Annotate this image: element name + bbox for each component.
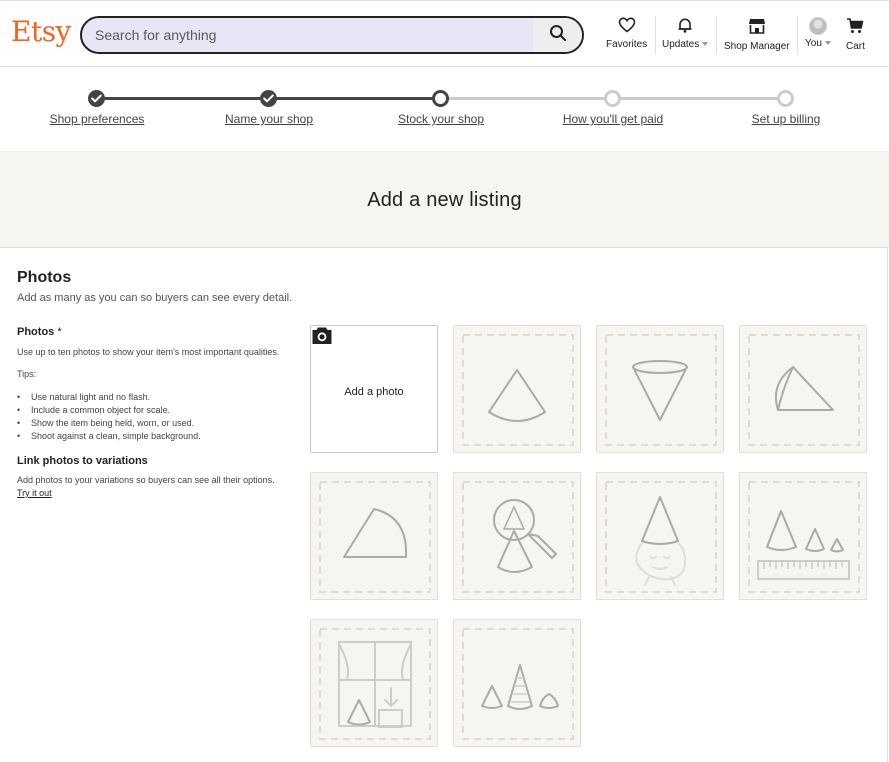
section-subtitle: Add as many as you can so buyers can see…: [17, 292, 293, 304]
nav-divider: [655, 16, 656, 54]
updates-label: Updates: [662, 39, 700, 50]
checkmark-icon: [263, 90, 274, 108]
updates-button[interactable]: Updates: [662, 17, 709, 50]
step-how-youll-get-paid[interactable]: How you'll get paid: [563, 112, 663, 126]
add-photo-button[interactable]: Add a photo: [310, 325, 438, 453]
avatar: [808, 17, 827, 35]
nav-divider: [716, 16, 717, 54]
search-bar: [80, 16, 584, 54]
photos-field-label: Photos: [17, 326, 55, 338]
site-header: Etsy Favorites Updates Shop Manager You: [0, 0, 889, 67]
step-1-complete: [88, 90, 105, 107]
photo-slot-figure-icon[interactable]: [596, 472, 724, 600]
search-input[interactable]: [82, 18, 534, 52]
step-shop-preferences[interactable]: Shop preferences: [50, 112, 145, 126]
shop-icon: [748, 17, 766, 38]
cart-icon: [846, 17, 864, 38]
list-item: Include a common object for scale.: [17, 404, 287, 417]
add-photo-label: Add a photo: [344, 386, 404, 398]
you-menu-button[interactable]: You: [805, 17, 831, 49]
onboarding-progress: Shop preferences Name your shop Stock yo…: [0, 67, 889, 151]
window-scene-illustration: [319, 628, 431, 740]
caret-down-icon: [824, 41, 831, 46]
step-4-todo: [604, 90, 621, 107]
step-set-up-billing[interactable]: Set up billing: [752, 112, 821, 126]
step-2-complete: [260, 90, 277, 107]
favorites-button[interactable]: Favorites: [606, 17, 647, 50]
heart-icon: [618, 17, 636, 36]
shop-manager-label: Shop Manager: [724, 41, 790, 52]
figure-with-hat-illustration: [605, 481, 717, 593]
cart-label: Cart: [846, 41, 865, 52]
section-title: Photos: [17, 269, 72, 286]
try-it-out-link[interactable]: Try it out: [17, 488, 52, 498]
required-mark: *: [57, 326, 62, 338]
tips-heading: Tips:: [17, 369, 37, 379]
page-title: Add a new listing: [367, 189, 522, 211]
photos-help: Photos * Use up to ten photos to show yo…: [17, 326, 287, 500]
checkmark-icon: [91, 90, 102, 108]
list-item: Use natural light and no flash.: [17, 391, 287, 404]
step-name-your-shop[interactable]: Name your shop: [225, 112, 313, 126]
search-button[interactable]: [533, 18, 582, 52]
caret-down-icon: [702, 42, 709, 47]
step-3-current: [432, 90, 449, 107]
step-stock-your-shop[interactable]: Stock your shop: [398, 112, 484, 126]
photos-description: Use up to ten photos to show your item's…: [17, 347, 280, 357]
cone-illustration: [462, 334, 574, 446]
etsy-logo[interactable]: Etsy: [11, 15, 71, 48]
listing-banner: Add a new listing: [0, 151, 889, 247]
step-5-todo: [777, 90, 794, 107]
variations-text: Add photos to your variations so buyers …: [17, 475, 275, 485]
photo-slot-window-icon[interactable]: [310, 619, 438, 747]
cones-with-ruler-illustration: [748, 481, 860, 593]
photo-slot-scale-icon[interactable]: [739, 472, 867, 600]
variations-label: Link photos to variations: [17, 455, 148, 467]
side-cone-illustration: [748, 334, 860, 446]
favorites-label: Favorites: [606, 39, 648, 50]
inverted-cone-illustration: [605, 334, 717, 446]
search-icon: [549, 24, 567, 47]
you-label: You: [805, 38, 822, 49]
photo-slot-group-icon[interactable]: [453, 619, 581, 747]
cone-group-illustration: [462, 628, 574, 740]
magnifier-illustration: [462, 481, 574, 593]
photo-slot-side-cone-icon[interactable]: [739, 325, 867, 453]
cart-button[interactable]: Cart: [846, 17, 865, 52]
photos-section: Photos Add as many as you can so buyers …: [0, 247, 888, 762]
nav-divider: [797, 16, 798, 54]
bell-icon: [677, 17, 693, 36]
photo-slot-cone-icon[interactable]: [453, 325, 581, 453]
list-item: Show the item being held, worn, or used.: [17, 417, 287, 430]
shop-manager-button[interactable]: Shop Manager: [724, 17, 790, 52]
photo-slot-wedge-icon[interactable]: [310, 472, 438, 600]
tips-list: Use natural light and no flash. Include …: [17, 391, 287, 443]
photo-slot-magnifier-icon[interactable]: [453, 472, 581, 600]
wedge-illustration: [319, 481, 431, 593]
list-item: Shoot against a clean, simple background…: [17, 430, 287, 443]
photo-slot-inverted-cone-icon[interactable]: [596, 325, 724, 453]
